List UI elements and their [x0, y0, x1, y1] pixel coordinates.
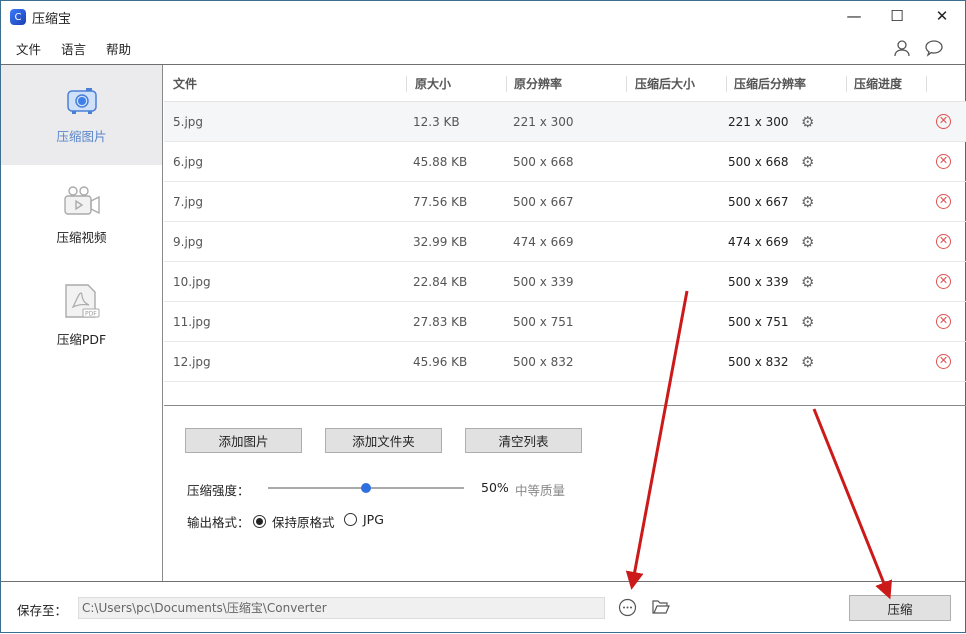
open-folder-icon[interactable] — [652, 599, 670, 615]
add-folder-button[interactable]: 添加文件夹 — [325, 428, 442, 453]
title-bar: C 压缩宝 — ☐ ✕ — [1, 1, 966, 33]
table-row[interactable]: 7.jpg 77.56 KB 500 x 667 500 x 667 ⚙ ✕ — [164, 182, 966, 222]
settings-gear-icon[interactable]: ⚙ — [801, 193, 814, 211]
video-camera-icon — [63, 185, 101, 217]
feedback-icon[interactable] — [925, 39, 943, 57]
menu-help[interactable]: 帮助 — [106, 39, 131, 58]
sidebar-label: 压缩PDF — [57, 329, 106, 348]
file-name: 7.jpg — [173, 195, 203, 209]
col-out-resolution: 压缩后分辨率 — [734, 75, 806, 92]
original-resolution: 500 x 668 — [513, 155, 574, 169]
remove-icon[interactable]: ✕ — [936, 194, 951, 209]
col-resolution: 原分辨率 — [514, 75, 562, 92]
slider-thumb[interactable] — [361, 483, 371, 493]
original-size: 12.3 KB — [413, 115, 460, 129]
app-logo-icon: C — [10, 9, 26, 25]
original-resolution: 221 x 300 — [513, 115, 574, 129]
format-keep-radio[interactable]: 保持原格式 — [253, 512, 335, 531]
compressed-resolution: 474 x 669 — [728, 235, 789, 249]
file-name: 10.jpg — [173, 275, 211, 289]
remove-icon[interactable]: ✕ — [936, 234, 951, 249]
sidebar-label: 压缩图片 — [56, 126, 106, 145]
table-row[interactable]: 6.jpg 45.88 KB 500 x 668 500 x 668 ⚙ ✕ — [164, 142, 966, 182]
more-options-icon[interactable] — [618, 598, 637, 617]
original-size: 77.56 KB — [413, 195, 467, 209]
sidebar-item-compress-image[interactable]: 压缩图片 — [1, 65, 162, 165]
menu-language[interactable]: 语言 — [61, 39, 86, 58]
file-name: 9.jpg — [173, 235, 203, 249]
add-images-button[interactable]: 添加图片 — [185, 428, 302, 453]
minimize-button[interactable]: — — [831, 1, 877, 31]
original-resolution: 500 x 667 — [513, 195, 574, 209]
save-to-label: 保存至： — [17, 600, 67, 619]
user-icon[interactable] — [893, 39, 911, 57]
original-resolution: 500 x 751 — [513, 315, 574, 329]
settings-gear-icon[interactable]: ⚙ — [801, 353, 814, 371]
remove-icon[interactable]: ✕ — [936, 354, 951, 369]
strength-label: 压缩强度： — [187, 480, 250, 499]
original-size: 45.88 KB — [413, 155, 467, 169]
maximize-button[interactable]: ☐ — [874, 1, 920, 31]
table-row[interactable]: 11.jpg 27.83 KB 500 x 751 500 x 751 ⚙ ✕ — [164, 302, 966, 342]
table-row[interactable]: 10.jpg 22.84 KB 500 x 339 500 x 339 ⚙ ✕ — [164, 262, 966, 302]
file-name: 5.jpg — [173, 115, 203, 129]
clear-list-button[interactable]: 清空列表 — [465, 428, 582, 453]
settings-gear-icon[interactable]: ⚙ — [801, 233, 814, 251]
col-file: 文件 — [173, 75, 197, 92]
original-size: 22.84 KB — [413, 275, 467, 289]
original-resolution: 474 x 669 — [513, 235, 574, 249]
settings-gear-icon[interactable]: ⚙ — [801, 153, 814, 171]
settings-gear-icon[interactable]: ⚙ — [801, 273, 814, 291]
table-row[interactable]: 12.jpg 45.96 KB 500 x 832 500 x 832 ⚙ ✕ — [164, 342, 966, 382]
col-size: 原大小 — [415, 75, 451, 92]
table-row[interactable]: 5.jpg 12.3 KB 221 x 300 221 x 300 ⚙ ✕ — [164, 102, 966, 142]
app-title: 压缩宝 — [32, 8, 71, 27]
file-name: 6.jpg — [173, 155, 203, 169]
format-label: 输出格式： — [187, 512, 250, 531]
compressed-resolution: 500 x 668 — [728, 155, 789, 169]
output-path-input[interactable]: C:\Users\pc\Documents\压缩宝\Converter — [78, 597, 605, 619]
original-size: 27.83 KB — [413, 315, 467, 329]
sidebar-item-compress-video[interactable]: 压缩视频 — [1, 165, 162, 265]
settings-gear-icon[interactable]: ⚙ — [801, 113, 814, 131]
compress-button[interactable]: 压缩 — [849, 595, 951, 621]
original-size: 32.99 KB — [413, 235, 467, 249]
original-resolution: 500 x 339 — [513, 275, 574, 289]
sidebar-item-compress-pdf[interactable]: PDF 压缩PDF — [1, 265, 162, 365]
sidebar-label: 压缩视频 — [56, 227, 106, 246]
col-progress: 压缩进度 — [854, 75, 902, 92]
menu-bar: 文件 语言 帮助 — [1, 33, 966, 63]
compressed-resolution: 500 x 667 — [728, 195, 789, 209]
menu-file[interactable]: 文件 — [16, 39, 41, 58]
original-size: 45.96 KB — [413, 355, 467, 369]
remove-icon[interactable]: ✕ — [936, 114, 951, 129]
remove-icon[interactable]: ✕ — [936, 154, 951, 169]
original-resolution: 500 x 832 — [513, 355, 574, 369]
camera-icon — [66, 86, 98, 116]
options-panel: 添加图片 添加文件夹 清空列表 压缩强度： 50% 中等质量 输出格式： 保持原… — [164, 405, 966, 581]
settings-gear-icon[interactable]: ⚙ — [801, 313, 814, 331]
quality-label: 中等质量 — [515, 480, 565, 499]
file-name: 12.jpg — [173, 355, 211, 369]
col-out-size: 压缩后大小 — [635, 75, 695, 92]
footer: 保存至： C:\Users\pc\Documents\压缩宝\Converter… — [1, 581, 966, 634]
table-row[interactable]: 9.jpg 32.99 KB 474 x 669 474 x 669 ⚙ ✕ — [164, 222, 966, 262]
remove-icon[interactable]: ✕ — [936, 314, 951, 329]
compressed-resolution: 500 x 832 — [728, 355, 789, 369]
compressed-resolution: 221 x 300 — [728, 115, 789, 129]
file-table: 文件 原大小 原分辨率 压缩后大小 压缩后分辨率 压缩进度 5.jpg 12.3… — [164, 66, 966, 382]
close-button[interactable]: ✕ — [919, 1, 965, 31]
compressed-resolution: 500 x 751 — [728, 315, 789, 329]
compressed-resolution: 500 x 339 — [728, 275, 789, 289]
svg-text:PDF: PDF — [85, 310, 97, 317]
file-name: 11.jpg — [173, 315, 211, 329]
sidebar: 压缩图片 压缩视频 PDF 压缩PDF — [1, 65, 163, 581]
format-jpg-radio[interactable]: JPG — [344, 512, 384, 527]
strength-slider[interactable] — [268, 482, 464, 494]
table-header: 文件 原大小 原分辨率 压缩后大小 压缩后分辨率 压缩进度 — [164, 66, 966, 102]
strength-value: 50% — [481, 480, 509, 495]
remove-icon[interactable]: ✕ — [936, 274, 951, 289]
pdf-icon: PDF — [63, 283, 101, 319]
